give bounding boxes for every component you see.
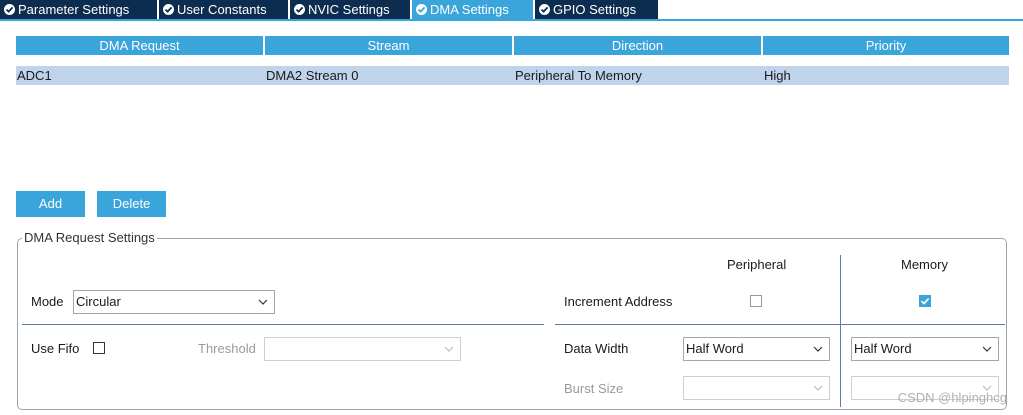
chevron-down-icon <box>813 346 823 352</box>
separator-right <box>555 324 1005 325</box>
increment-address-label: Increment Address <box>564 294 673 309</box>
add-button[interactable]: Add <box>16 191 85 217</box>
tab-label: User Constants <box>177 2 267 17</box>
cell-dma-request: ADC1 <box>16 66 265 85</box>
column-header-priority[interactable]: Priority <box>763 36 1009 55</box>
burst-size-label: Burst Size <box>564 381 624 396</box>
column-header-dma-request[interactable]: DMA Request <box>16 36 263 55</box>
threshold-label: Threshold <box>198 341 256 356</box>
check-circle-icon <box>4 4 15 15</box>
tab-gpio-settings[interactable]: GPIO Settings <box>535 0 658 19</box>
watermark: CSDN @hlpinghcg <box>897 390 1007 405</box>
mode-select-value: Circular <box>76 294 121 309</box>
data-width-peripheral-value: Half Word <box>686 341 744 356</box>
tab-parameter-settings[interactable]: Parameter Settings <box>0 0 157 19</box>
tab-label: GPIO Settings <box>553 2 637 17</box>
tab-bar: Parameter Settings User Constants NVIC S… <box>0 0 1023 21</box>
threshold-select[interactable] <box>264 337 461 361</box>
mode-select[interactable]: Circular <box>73 290 275 314</box>
use-fifo-label: Use Fifo <box>31 341 80 356</box>
separator-left <box>22 324 544 325</box>
group-title: DMA Request Settings <box>22 230 157 246</box>
chevron-down-icon <box>813 385 823 391</box>
dma-settings-panel: Parameter Settings User Constants NVIC S… <box>0 0 1023 415</box>
data-width-memory-value: Half Word <box>854 341 912 356</box>
data-width-memory-select[interactable]: Half Word <box>851 337 999 361</box>
tab-label: DMA Settings <box>430 2 509 17</box>
check-circle-icon <box>416 4 427 15</box>
cell-priority: High <box>763 66 1009 85</box>
column-divider <box>840 255 841 407</box>
tab-dma-settings[interactable]: DMA Settings <box>412 0 533 21</box>
tab-user-constants[interactable]: User Constants <box>159 0 288 19</box>
checkmark-icon <box>920 298 930 305</box>
use-fifo-checkbox[interactable] <box>93 342 105 354</box>
cell-direction: Peripheral To Memory <box>514 66 763 85</box>
mode-label: Mode <box>31 294 64 309</box>
peripheral-column-label: Peripheral <box>727 257 787 272</box>
delete-button[interactable]: Delete <box>97 191 166 217</box>
column-header-stream[interactable]: Stream <box>265 36 512 55</box>
tab-label: Parameter Settings <box>18 2 130 17</box>
chevron-down-icon <box>258 299 268 305</box>
data-width-label: Data Width <box>564 341 629 356</box>
cell-stream: DMA2 Stream 0 <box>265 66 514 85</box>
memory-column-label: Memory <box>901 257 948 272</box>
data-width-peripheral-select[interactable]: Half Word <box>683 337 830 361</box>
burst-size-peripheral-select[interactable] <box>683 376 830 400</box>
column-header-direction[interactable]: Direction <box>514 36 761 55</box>
chevron-down-icon <box>982 346 992 352</box>
increment-memory-checkbox[interactable] <box>919 295 931 307</box>
increment-peripheral-checkbox[interactable] <box>750 295 762 307</box>
tab-label: NVIC Settings <box>308 2 390 17</box>
check-circle-icon <box>539 4 550 15</box>
check-circle-icon <box>294 4 305 15</box>
check-circle-icon <box>163 4 174 15</box>
chevron-down-icon <box>444 346 454 352</box>
tab-nvic-settings[interactable]: NVIC Settings <box>290 0 410 19</box>
